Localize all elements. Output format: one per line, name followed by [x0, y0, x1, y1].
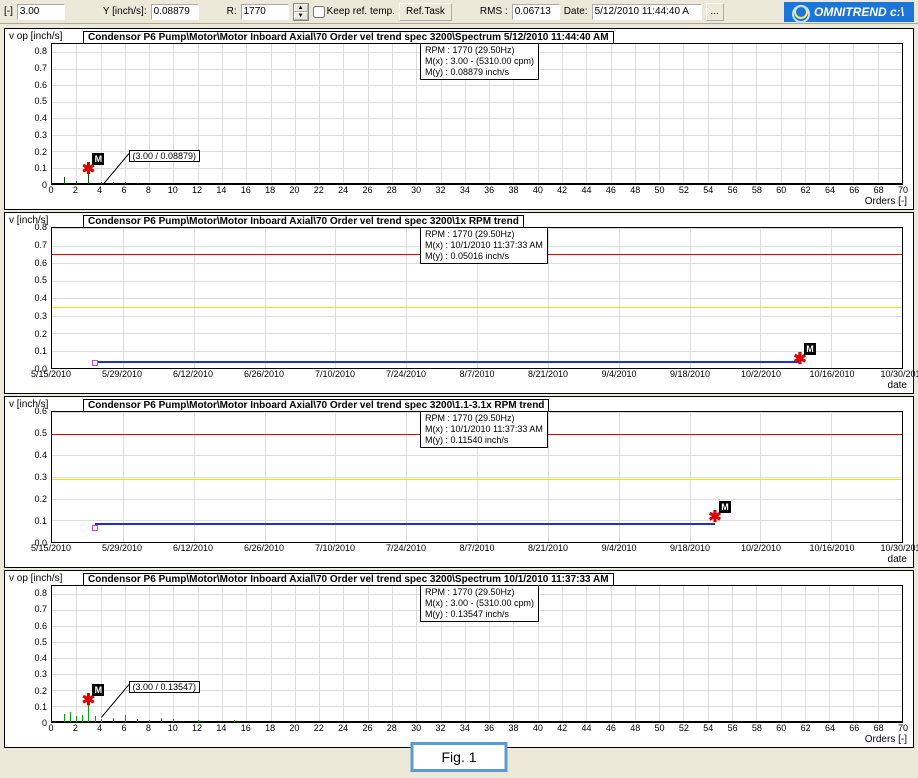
chart-ylabel: v op [inch/s]	[9, 31, 62, 42]
bracket-input[interactable]	[17, 4, 65, 20]
keep-ref-checkbox[interactable]: Keep ref. temp.	[313, 6, 395, 18]
chart-3: v op [inch/s]Condensor P6 Pump\Motor\Mot…	[4, 570, 914, 748]
spinner-down-icon[interactable]: ▼	[294, 12, 308, 20]
chart-legend: RPM : 1770 (29.50Hz)M(x) : 3.00 - (5310.…	[420, 43, 539, 80]
chart-yticks: 0.00.10.20.30.40.50.6	[5, 411, 49, 543]
trend-start-marker	[92, 525, 98, 531]
chart-xlabel: date	[888, 554, 907, 565]
chart-legend: RPM : 1770 (29.50Hz)M(x) : 10/1/2010 11:…	[420, 227, 548, 264]
r-spinner[interactable]: ▲ ▼	[293, 3, 309, 21]
chart-0: v op [inch/s]Condensor P6 Pump\Motor\Mot…	[4, 28, 914, 210]
date-input[interactable]	[592, 4, 702, 20]
marker-label[interactable]: M	[804, 343, 816, 355]
chart-xticks: 0246810121416182022242628303234363840424…	[51, 723, 903, 735]
chart-yticks: 0.00.10.20.30.40.50.60.70.8	[5, 227, 49, 369]
chart-xlabel: date	[888, 380, 907, 391]
keep-ref-check[interactable]	[313, 6, 325, 18]
chart-xlabel: Orders [-]	[865, 196, 907, 207]
y-label: Y [inch/s]:	[103, 6, 147, 17]
chart-xticks: 0246810121416182022242628303234363840424…	[51, 185, 903, 197]
ref-task-button[interactable]: Ref.Task	[399, 3, 452, 21]
rms-input[interactable]	[512, 4, 560, 20]
chart-legend: RPM : 1770 (29.50Hz)M(x) : 10/1/2010 11:…	[420, 411, 548, 448]
brand-badge: OMNITREND c:\	[784, 2, 914, 22]
date-label: Date:	[564, 6, 588, 17]
chart-xlabel: Orders [-]	[865, 734, 907, 745]
chart-ylabel: v op [inch/s]	[9, 573, 62, 584]
chart-yticks: 00.10.20.30.40.50.60.70.8	[5, 585, 49, 723]
toolbar: [-] Y [inch/s]: R: ▲ ▼ Keep ref. temp. R…	[0, 0, 918, 24]
r-input[interactable]	[241, 4, 289, 20]
spinner-up-icon[interactable]: ▲	[294, 4, 308, 12]
marker-label[interactable]: M	[92, 153, 104, 165]
rms-label: RMS :	[480, 6, 508, 17]
bracket-label: [-]	[4, 6, 13, 17]
y-input[interactable]	[151, 4, 199, 20]
chart-xticks: 5/15/20105/29/20106/12/20106/26/20107/10…	[51, 369, 903, 381]
marker-label[interactable]: M	[92, 684, 104, 696]
chart-xticks: 5/15/20105/29/20106/12/20106/26/20107/10…	[51, 543, 903, 555]
chart-yticks: 00.10.20.30.40.50.60.70.8	[5, 43, 49, 185]
r-label: R:	[227, 6, 237, 17]
marker-label[interactable]: M	[719, 501, 731, 513]
chart-legend: RPM : 1770 (29.50Hz)M(x) : 3.00 - (5310.…	[420, 585, 539, 622]
date-browse-button[interactable]: ...	[706, 3, 724, 21]
chart-2: v [inch/s]Condensor P6 Pump\Motor\Motor …	[4, 396, 914, 568]
marker-callout: (3.00 / 0.08879)	[129, 150, 201, 162]
trend-start-marker	[92, 360, 98, 366]
chart-1: v [inch/s]Condensor P6 Pump\Motor\Motor …	[4, 212, 914, 394]
charts-area: v op [inch/s]Condensor P6 Pump\Motor\Mot…	[0, 24, 918, 752]
figure-label: Fig. 1	[410, 742, 507, 772]
marker-callout: (3.00 / 0.13547)	[129, 681, 201, 693]
brand-logo-icon	[794, 5, 808, 19]
